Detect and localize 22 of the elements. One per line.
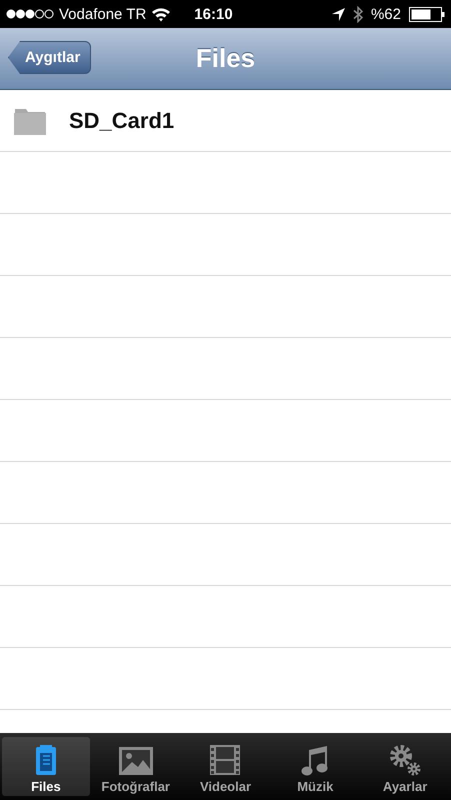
document-icon: [34, 744, 57, 776]
film-icon: [209, 744, 242, 776]
file-name: SD_Card1: [69, 108, 174, 134]
tab-item[interactable]: Files: [2, 737, 90, 796]
signal-icon: [6, 9, 54, 19]
bluetooth-icon: [352, 6, 363, 22]
tab-item[interactable]: Ayarlar: [361, 737, 449, 796]
carrier-name: Vodafone TR: [59, 6, 146, 22]
tab-item[interactable]: Fotoğraflar: [92, 737, 180, 796]
back-button[interactable]: Aygıtlar: [8, 41, 92, 74]
gears-icon: [388, 744, 422, 776]
location-arrow-icon: [332, 8, 345, 20]
battery-percentage: %62: [370, 6, 401, 22]
clock-time: 16:10: [194, 6, 233, 22]
picture-icon: [118, 746, 154, 776]
battery-icon: [409, 6, 445, 22]
file-row[interactable]: SD_Card1: [0, 90, 451, 152]
wifi-icon: [151, 6, 172, 22]
tab-item[interactable]: Müzik: [271, 737, 360, 796]
music-note-icon: [301, 744, 330, 776]
nav-title: Files: [196, 43, 256, 74]
tab-item[interactable]: Videolar: [182, 737, 270, 796]
